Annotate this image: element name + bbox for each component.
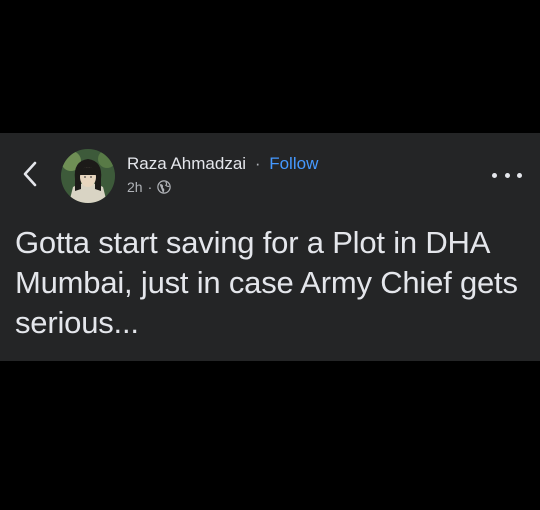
more-options-icon — [504, 172, 510, 178]
name-separator: · — [254, 154, 261, 173]
more-options-icon — [517, 172, 522, 178]
author-row: Raza Ahmadzai · Follow — [127, 153, 467, 175]
back-button[interactable] — [14, 157, 46, 191]
meta-separator: · — [147, 179, 153, 195]
post-card: Raza Ahmadzai · Follow 2h · Gotta start … — [0, 133, 540, 361]
chevron-left-icon — [23, 161, 37, 187]
avatar-image — [61, 149, 115, 203]
globe-icon[interactable] — [157, 180, 171, 194]
post-timestamp[interactable]: 2h — [127, 178, 143, 196]
more-options-icon — [492, 172, 497, 178]
author-name[interactable]: Raza Ahmadzai — [127, 154, 246, 173]
post-text: Gotta start saving for a Plot in DHA Mum… — [15, 225, 518, 340]
more-options-button[interactable] — [492, 167, 522, 183]
follow-button[interactable]: Follow — [269, 154, 318, 173]
post-meta: 2h · — [127, 178, 467, 196]
avatar[interactable] — [61, 149, 115, 203]
screen: Raza Ahmadzai · Follow 2h · Gotta start … — [0, 0, 540, 510]
post-header: Raza Ahmadzai · Follow 2h · — [127, 153, 467, 196]
